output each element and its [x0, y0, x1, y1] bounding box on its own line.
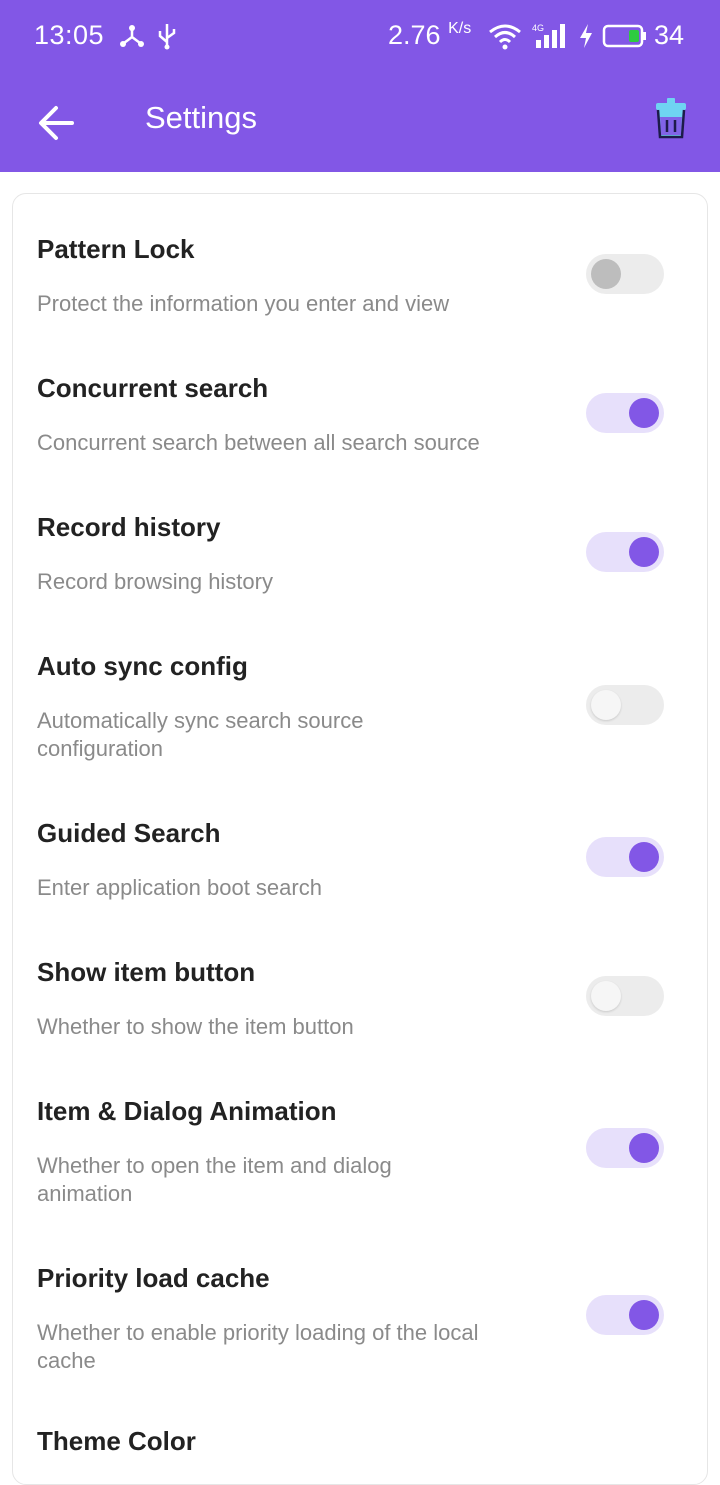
setting-title: Auto sync config [37, 651, 248, 681]
battery-level: 34 [654, 20, 685, 50]
setting-title: Theme Color [37, 1426, 196, 1456]
network-speed: 2.76 K/s [388, 20, 472, 50]
setting-description: Whether to show the item button [37, 1014, 354, 1039]
switch-knob [629, 1300, 659, 1330]
charging-icon [580, 24, 592, 48]
concurrent-search-switch[interactable] [586, 393, 664, 433]
status-time: 13:05 [34, 20, 105, 50]
setting-title: Concurrent search [37, 373, 269, 403]
switch-knob [629, 1133, 659, 1163]
setting-description: Whether to enable priority loading of th… [37, 1320, 479, 1373]
page-title: Settings [145, 100, 258, 135]
pattern-lock-switch[interactable] [586, 254, 664, 294]
setting-title: Item & Dialog Animation [37, 1096, 337, 1126]
settings-card: Pattern Lock Protect the information you… [12, 193, 708, 1485]
item-dialog-animation-switch[interactable] [586, 1128, 664, 1168]
clear-button[interactable] [648, 95, 694, 141]
priority-load-cache-switch[interactable] [586, 1295, 664, 1335]
setting-description: Concurrent search between all search sou… [37, 430, 480, 455]
record-history-switch[interactable] [586, 532, 664, 572]
setting-description: Enter application boot search [37, 875, 322, 900]
battery-icon [602, 24, 646, 48]
setting-description: Automatically sync search source configu… [37, 708, 364, 761]
switch-knob [591, 259, 621, 289]
back-button[interactable] [34, 98, 80, 148]
switch-knob [629, 842, 659, 872]
setting-title: Record history [37, 512, 221, 542]
usb-icon [158, 24, 176, 50]
auto-sync-config-switch[interactable] [586, 685, 664, 725]
signal-icon: 4G [532, 23, 565, 48]
switch-knob [629, 398, 659, 428]
setting-title: Priority load cache [37, 1263, 270, 1293]
setting-title: Pattern Lock [37, 234, 195, 264]
app-bar: Settings [0, 78, 720, 172]
switch-knob [629, 537, 659, 567]
network-type-label: 4G [532, 23, 544, 33]
status-bar: 13:05 2.76 K/s 4G 34 [0, 0, 720, 78]
setting-title: Show item button [37, 957, 256, 987]
setting-description: Protect the information you enter and vi… [37, 291, 450, 316]
switch-knob [591, 690, 621, 720]
wifi-icon [489, 24, 521, 50]
switch-knob [591, 981, 621, 1011]
trash-icon [656, 98, 686, 139]
setting-description: Record browsing history [37, 569, 273, 594]
guided-search-switch[interactable] [586, 837, 664, 877]
setting-description: Whether to open the item and dialog anim… [37, 1153, 392, 1206]
hotspot-icon [120, 25, 144, 47]
show-item-button-switch[interactable] [586, 976, 664, 1016]
setting-title: Guided Search [37, 818, 221, 848]
arrow-left-icon [39, 106, 74, 140]
